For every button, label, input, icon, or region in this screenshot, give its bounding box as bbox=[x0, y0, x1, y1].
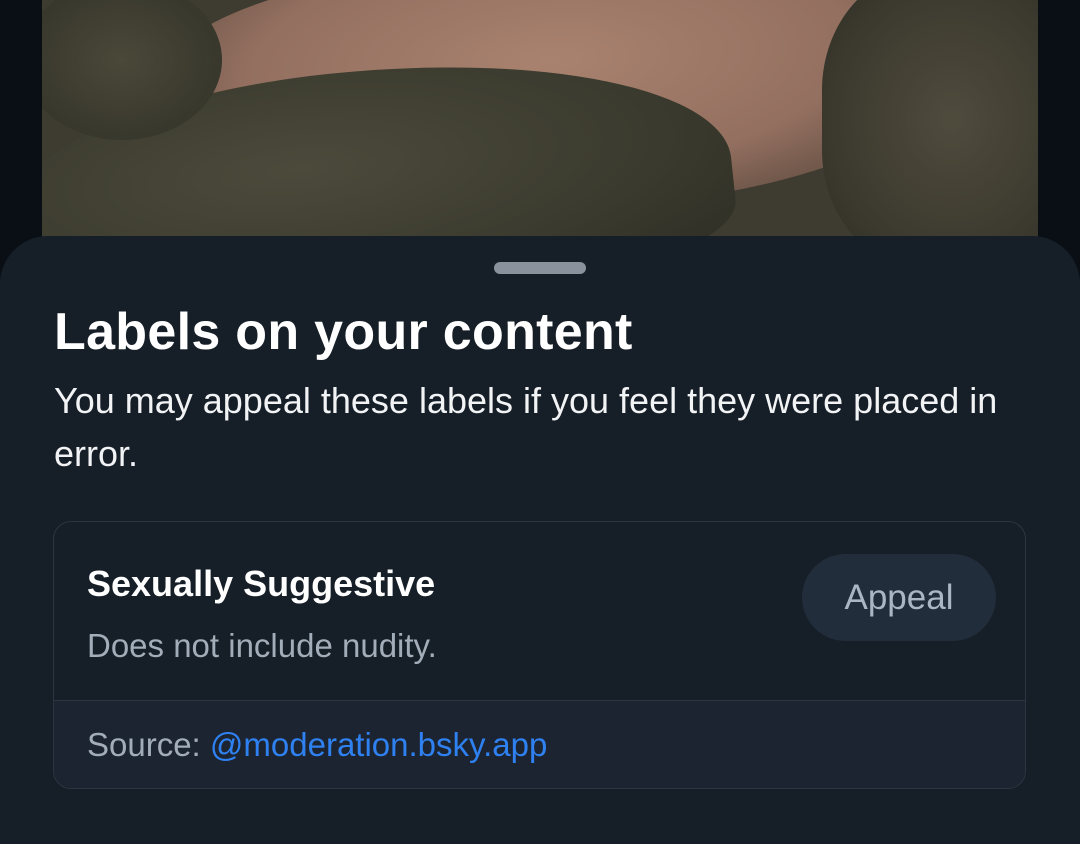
label-name: Sexually Suggestive bbox=[87, 563, 436, 604]
sheet-title: Labels on your content bbox=[54, 303, 633, 361]
sheet-subtitle: You may appeal these labels if you feel … bbox=[54, 380, 998, 474]
label-source: Source: @moderation.bsky.app bbox=[87, 725, 547, 765]
source-prefix: Source: bbox=[87, 726, 210, 763]
labels-bottom-sheet: Labels on your content You may appeal th… bbox=[0, 236, 1080, 844]
appeal-button[interactable]: Appeal bbox=[802, 554, 996, 641]
image-region-fur-right bbox=[822, 0, 1038, 260]
sheet-drag-handle[interactable] bbox=[494, 262, 586, 274]
label-card-main: Sexually Suggestive Does not include nud… bbox=[54, 522, 1025, 700]
label-source-footer: Source: @moderation.bsky.app bbox=[54, 700, 1025, 788]
post-image-background bbox=[42, 0, 1038, 260]
label-description: Does not include nudity. bbox=[87, 627, 437, 664]
label-card: Sexually Suggestive Does not include nud… bbox=[53, 521, 1026, 789]
source-handle-link[interactable]: @moderation.bsky.app bbox=[210, 726, 547, 763]
